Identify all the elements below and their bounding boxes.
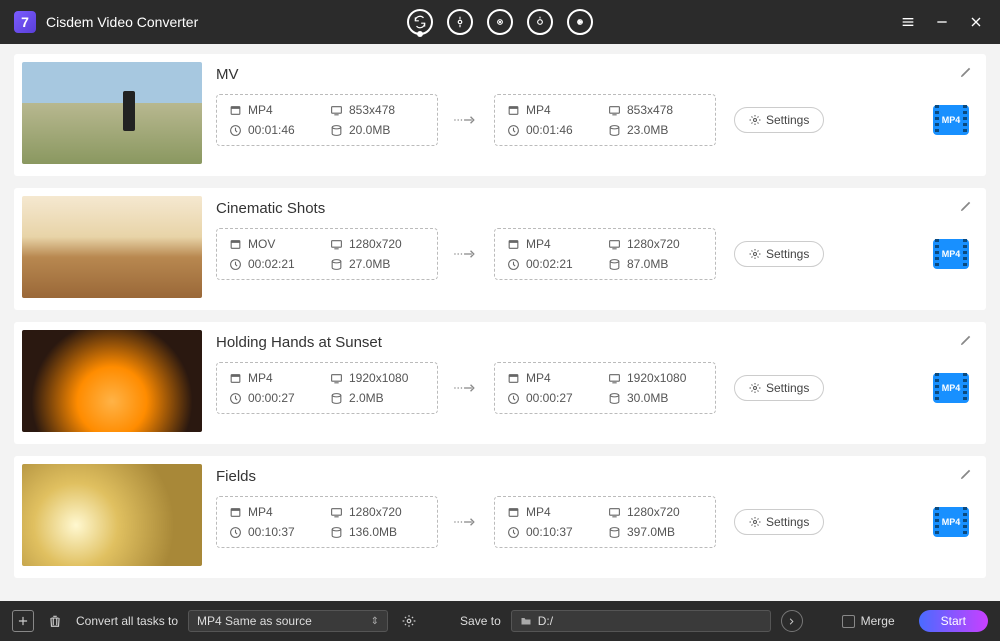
- footer-bar: Convert all tasks to MP4 Same as source …: [0, 601, 1000, 641]
- duration-spec: 00:02:21: [507, 257, 602, 271]
- target-spec-box: MP4 1280x720 00:02:21 87.0MB: [494, 228, 716, 280]
- format-spec: MP4: [229, 103, 324, 117]
- mode-download-icon[interactable]: [447, 9, 473, 35]
- arrow-icon: [438, 381, 494, 395]
- task-item[interactable]: Holding Hands at Sunset MP4 1920x1080 00…: [14, 322, 986, 444]
- delete-button[interactable]: [44, 610, 66, 632]
- source-spec-box: MP4 853x478 00:01:46 20.0MB: [216, 94, 438, 146]
- size-spec: 23.0MB: [608, 123, 703, 137]
- target-spec-box: MP4 853x478 00:01:46 23.0MB: [494, 94, 716, 146]
- save-to-label: Save to: [460, 614, 501, 628]
- resolution-spec: 853x478: [330, 103, 425, 117]
- thumbnail[interactable]: [22, 62, 202, 164]
- target-spec-box: MP4 1920x1080 00:00:27 30.0MB: [494, 362, 716, 414]
- format-spec: MP4: [507, 505, 602, 519]
- task-item[interactable]: Fields MP4 1280x720 00:10:37 136.0MB MP4…: [14, 456, 986, 578]
- format-spec: MP4: [229, 371, 324, 385]
- arrow-icon: [438, 515, 494, 529]
- mode-convert-icon[interactable]: [407, 9, 433, 35]
- mode-burn-icon[interactable]: [527, 9, 553, 35]
- resolution-spec: 1280x720: [330, 237, 425, 251]
- size-spec: 30.0MB: [608, 391, 703, 405]
- format-spec: MOV: [229, 237, 324, 251]
- resolution-spec: 1280x720: [330, 505, 425, 519]
- output-format-button[interactable]: MP4: [932, 504, 970, 540]
- task-list[interactable]: MV MP4 853x478 00:01:46 20.0MB MP4 853x4…: [0, 44, 1000, 601]
- convert-all-label: Convert all tasks to: [76, 614, 178, 628]
- resolution-spec: 1920x1080: [608, 371, 703, 385]
- edit-icon[interactable]: [959, 198, 974, 218]
- source-spec-box: MOV 1280x720 00:02:21 27.0MB: [216, 228, 438, 280]
- save-path-value: D:/: [538, 614, 553, 628]
- size-spec: 87.0MB: [608, 257, 703, 271]
- format-spec: MP4: [507, 103, 602, 117]
- format-spec: MP4: [507, 371, 602, 385]
- size-spec: 2.0MB: [330, 391, 425, 405]
- output-format-button[interactable]: MP4: [932, 236, 970, 272]
- source-spec-box: MP4 1920x1080 00:00:27 2.0MB: [216, 362, 438, 414]
- settings-button[interactable]: Settings: [734, 107, 824, 133]
- duration-spec: 00:01:46: [229, 123, 324, 137]
- target-spec-box: MP4 1280x720 00:10:37 397.0MB: [494, 496, 716, 548]
- task-item[interactable]: Cinematic Shots MOV 1280x720 00:02:21 27…: [14, 188, 986, 310]
- add-button[interactable]: [12, 610, 34, 632]
- edit-icon[interactable]: [959, 64, 974, 84]
- settings-button[interactable]: Settings: [734, 241, 824, 267]
- output-format-button[interactable]: MP4: [932, 102, 970, 138]
- thumbnail[interactable]: [22, 464, 202, 566]
- item-title: MV: [216, 66, 239, 83]
- duration-spec: 00:00:27: [507, 391, 602, 405]
- duration-spec: 00:10:37: [229, 525, 324, 539]
- duration-spec: 00:10:37: [507, 525, 602, 539]
- task-item[interactable]: MV MP4 853x478 00:01:46 20.0MB MP4 853x4…: [14, 54, 986, 176]
- folder-icon: [520, 615, 532, 627]
- size-spec: 397.0MB: [608, 525, 703, 539]
- checkbox-icon: [842, 615, 855, 628]
- arrow-icon: [438, 247, 494, 261]
- thumbnail[interactable]: [22, 196, 202, 298]
- mode-play-icon[interactable]: [567, 9, 593, 35]
- app-logo: 7: [14, 11, 36, 33]
- format-spec: MP4: [507, 237, 602, 251]
- mode-tabs: [407, 9, 593, 35]
- resolution-spec: 1920x1080: [330, 371, 425, 385]
- format-spec: MP4: [229, 505, 324, 519]
- resolution-spec: 853x478: [608, 103, 703, 117]
- app-title: Cisdem Video Converter: [46, 14, 198, 30]
- item-title: Fields: [216, 468, 256, 485]
- resolution-spec: 1280x720: [608, 237, 703, 251]
- duration-spec: 00:00:27: [229, 391, 324, 405]
- title-bar: 7 Cisdem Video Converter: [0, 0, 1000, 44]
- mode-rip-icon[interactable]: [487, 9, 513, 35]
- size-spec: 136.0MB: [330, 525, 425, 539]
- minimize-button[interactable]: [932, 12, 952, 32]
- settings-button[interactable]: Settings: [734, 509, 824, 535]
- size-spec: 20.0MB: [330, 123, 425, 137]
- browse-folder-button[interactable]: [781, 610, 803, 632]
- menu-icon[interactable]: [898, 12, 918, 32]
- thumbnail[interactable]: [22, 330, 202, 432]
- duration-spec: 00:02:21: [229, 257, 324, 271]
- edit-icon[interactable]: [959, 332, 974, 352]
- output-format-select[interactable]: MP4 Same as source: [188, 610, 388, 632]
- duration-spec: 00:01:46: [507, 123, 602, 137]
- edit-icon[interactable]: [959, 466, 974, 486]
- close-button[interactable]: [966, 12, 986, 32]
- resolution-spec: 1280x720: [608, 505, 703, 519]
- merge-checkbox[interactable]: Merge: [842, 614, 895, 628]
- item-title: Cinematic Shots: [216, 200, 325, 217]
- output-format-value: MP4 Same as source: [197, 614, 312, 628]
- format-settings-icon[interactable]: [398, 610, 420, 632]
- size-spec: 27.0MB: [330, 257, 425, 271]
- arrow-icon: [438, 113, 494, 127]
- source-spec-box: MP4 1280x720 00:10:37 136.0MB: [216, 496, 438, 548]
- output-format-button[interactable]: MP4: [932, 370, 970, 406]
- save-path-input[interactable]: D:/: [511, 610, 771, 632]
- settings-button[interactable]: Settings: [734, 375, 824, 401]
- start-button[interactable]: Start: [919, 610, 988, 632]
- merge-label: Merge: [861, 614, 895, 628]
- item-title: Holding Hands at Sunset: [216, 334, 382, 351]
